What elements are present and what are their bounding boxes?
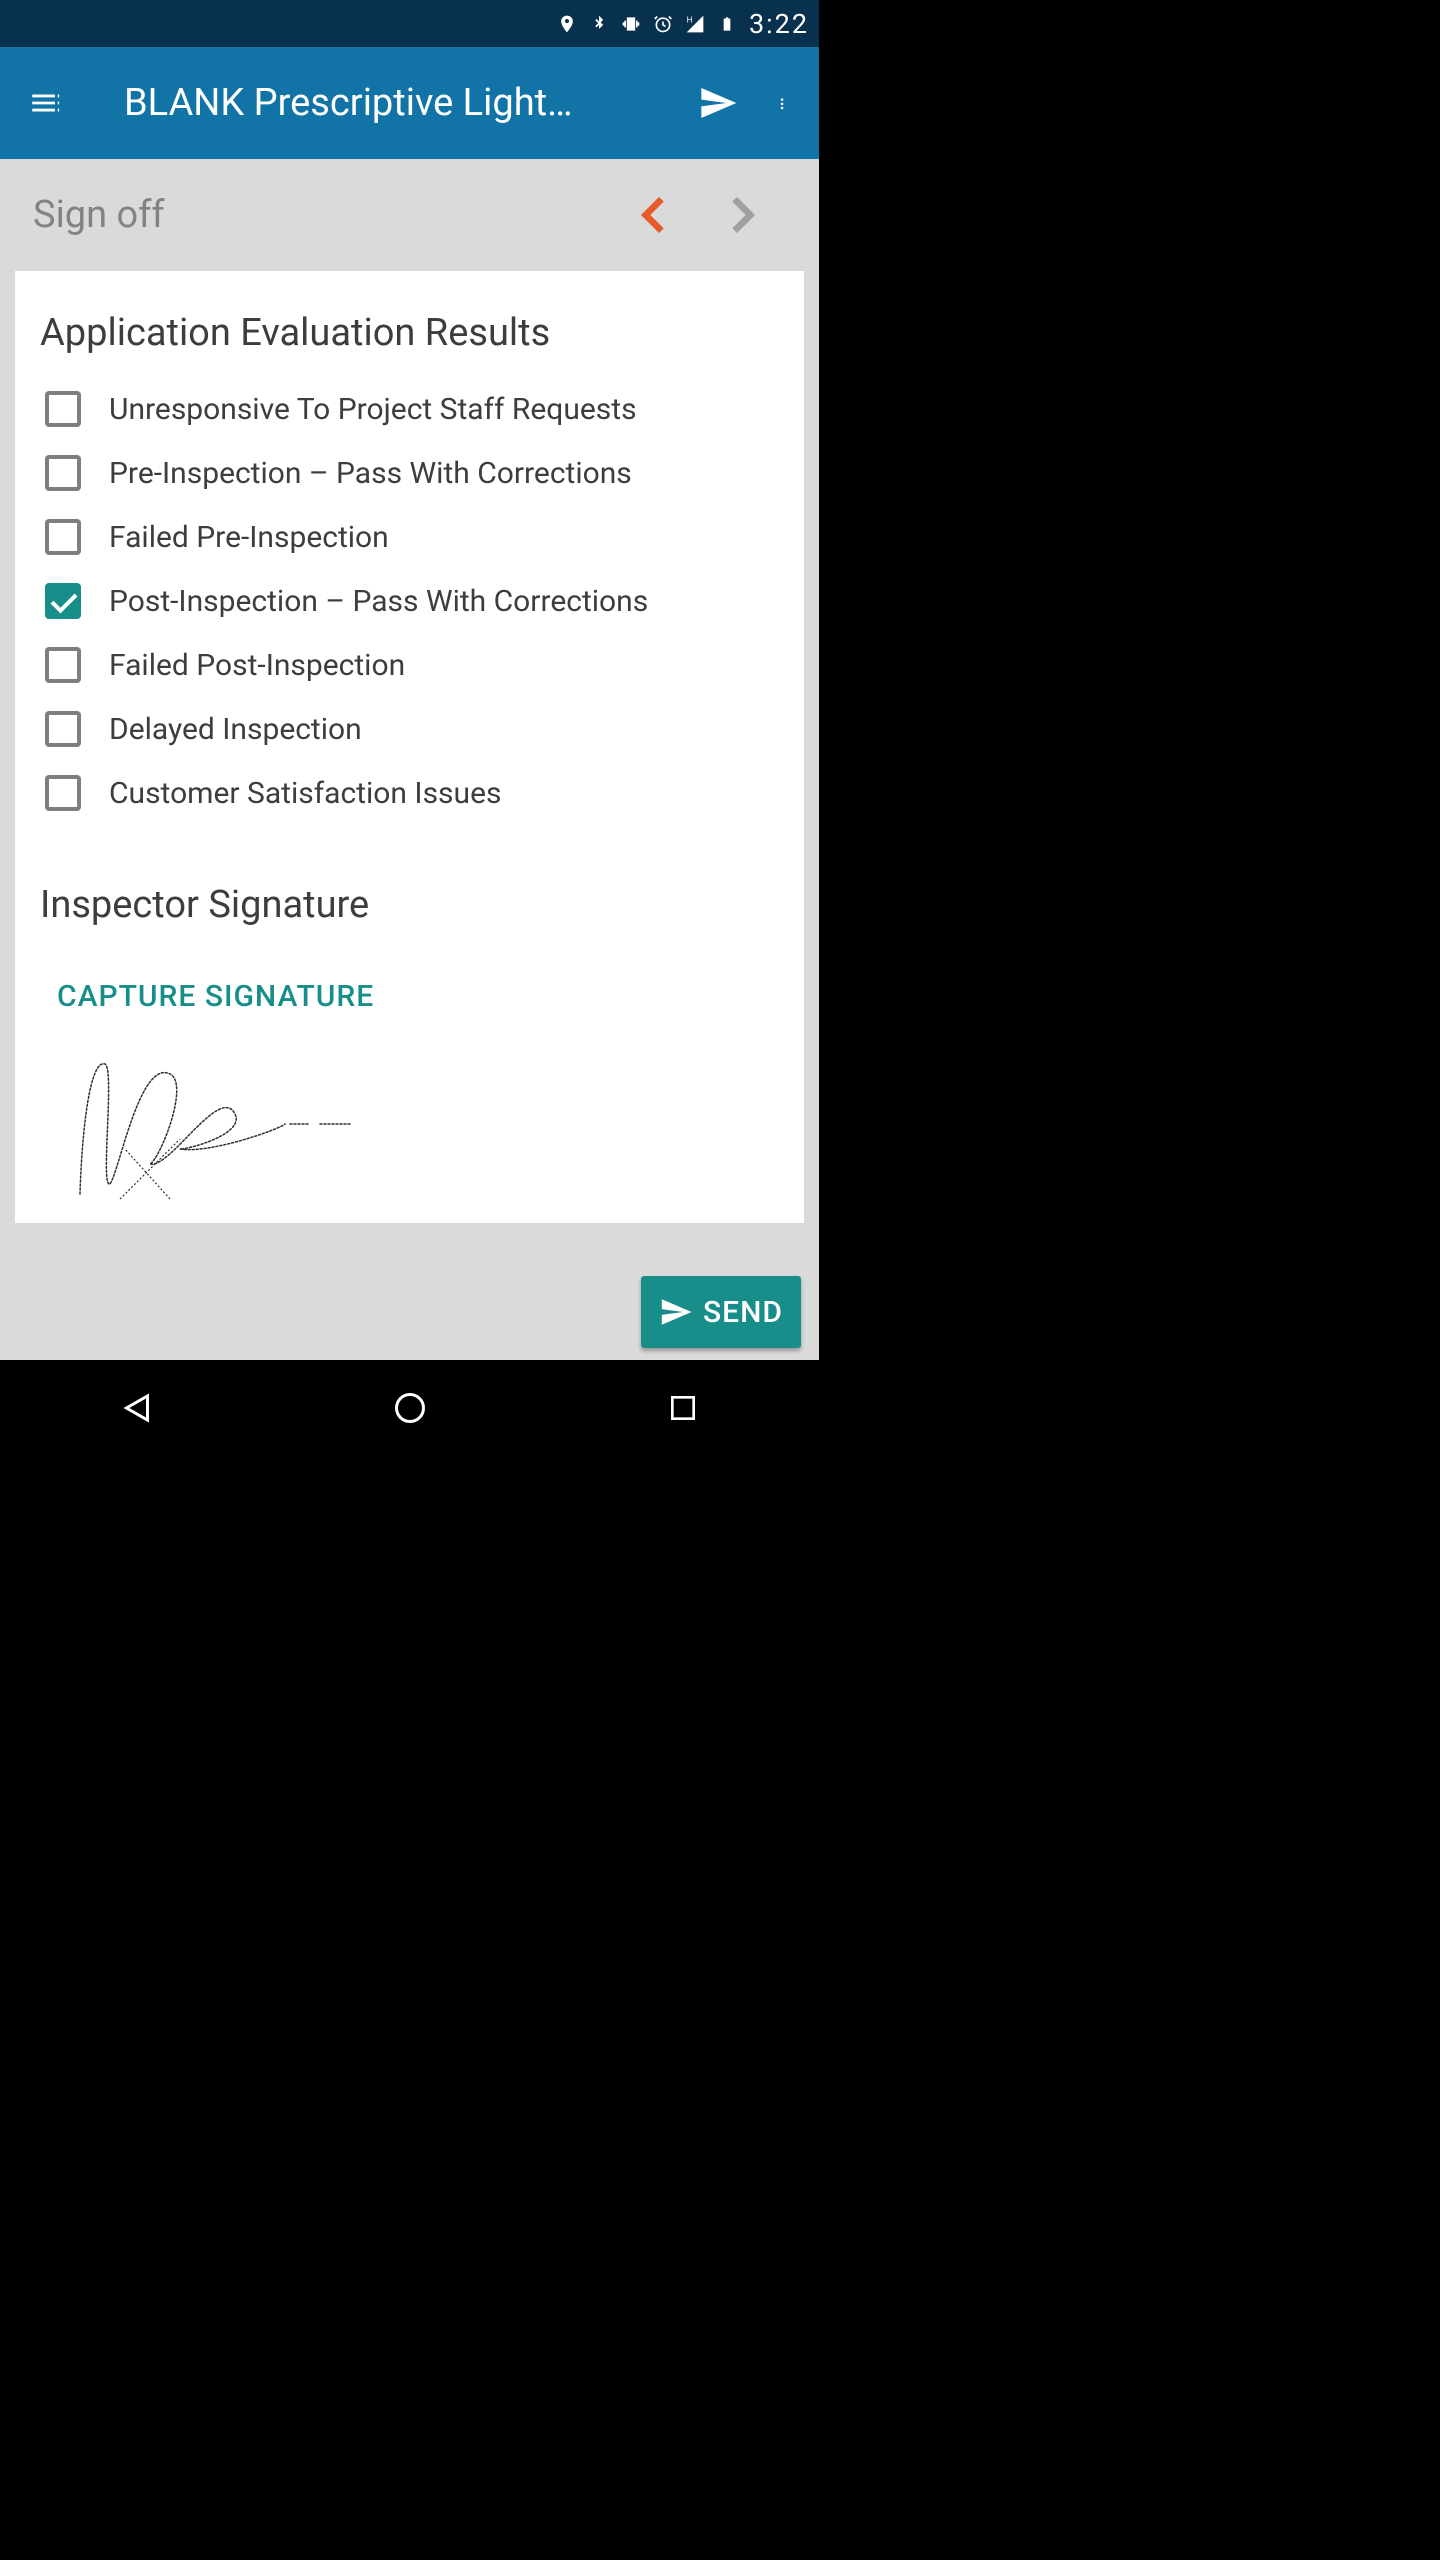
back-button[interactable] <box>112 1383 162 1433</box>
checkbox-icon <box>45 519 81 555</box>
battery-icon <box>717 14 737 34</box>
checkbox-icon <box>45 775 81 811</box>
checkbox-icon <box>45 391 81 427</box>
checkbox-row-customer-satisfaction[interactable]: Customer Satisfaction Issues <box>35 761 784 825</box>
section-title: Sign off <box>33 193 610 237</box>
send-icon[interactable] <box>697 82 739 124</box>
checkbox-icon <box>45 583 81 619</box>
checkbox-row-delayed-inspection[interactable]: Delayed Inspection <box>35 697 784 761</box>
send-button[interactable]: SEND <box>641 1276 801 1348</box>
checkbox-label: Pre-Inspection – Pass With Corrections <box>109 456 632 491</box>
navigation-bar <box>0 1360 819 1456</box>
signal-icon: H <box>685 14 705 34</box>
content-area: Sign off Application Evaluation Results … <box>0 159 819 1360</box>
checkbox-label: Failed Post-Inspection <box>109 648 405 683</box>
more-icon[interactable] <box>779 82 791 124</box>
home-button[interactable] <box>385 1383 435 1433</box>
clock-text: 3:22 <box>749 8 809 40</box>
bluetooth-icon <box>589 14 609 34</box>
svg-text:H: H <box>687 15 693 25</box>
app-title: BLANK Prescriptive Light… <box>124 81 697 125</box>
capture-signature-button[interactable]: CAPTURE SIGNATURE <box>35 955 784 1024</box>
checkbox-label: Unresponsive To Project Staff Requests <box>109 392 637 427</box>
checkbox-icon <box>45 711 81 747</box>
alarm-icon <box>653 14 673 34</box>
evaluation-card: Application Evaluation Results Unrespons… <box>15 271 804 1223</box>
section-header: Sign off <box>15 159 804 271</box>
send-button-label: SEND <box>703 1295 783 1330</box>
vibrate-icon <box>621 14 641 34</box>
checkbox-label: Failed Pre-Inspection <box>109 520 389 555</box>
checkbox-row-pre-inspection-pass[interactable]: Pre-Inspection – Pass With Corrections <box>35 441 784 505</box>
status-bar: H 3:22 <box>0 0 819 47</box>
signature-heading: Inspector Signature <box>35 825 784 955</box>
checkbox-label: Post-Inspection – Pass With Corrections <box>109 584 648 619</box>
signature-image[interactable] <box>60 1029 390 1204</box>
checkbox-label: Delayed Inspection <box>109 712 362 747</box>
card-heading: Application Evaluation Results <box>35 289 784 377</box>
menu-icon[interactable] <box>24 82 66 124</box>
app-bar: BLANK Prescriptive Light… <box>0 47 819 159</box>
checkbox-icon <box>45 455 81 491</box>
recent-button[interactable] <box>658 1383 708 1433</box>
checkbox-row-failed-pre-inspection[interactable]: Failed Pre-Inspection <box>35 505 784 569</box>
location-icon <box>557 14 577 34</box>
checkbox-row-post-inspection-pass[interactable]: Post-Inspection – Pass With Corrections <box>35 569 784 633</box>
checkbox-label: Customer Satisfaction Issues <box>109 776 501 811</box>
checkbox-row-unresponsive[interactable]: Unresponsive To Project Staff Requests <box>35 377 784 441</box>
next-button[interactable] <box>720 193 764 237</box>
checkbox-row-failed-post-inspection[interactable]: Failed Post-Inspection <box>35 633 784 697</box>
prev-button[interactable] <box>632 193 676 237</box>
checkbox-icon <box>45 647 81 683</box>
